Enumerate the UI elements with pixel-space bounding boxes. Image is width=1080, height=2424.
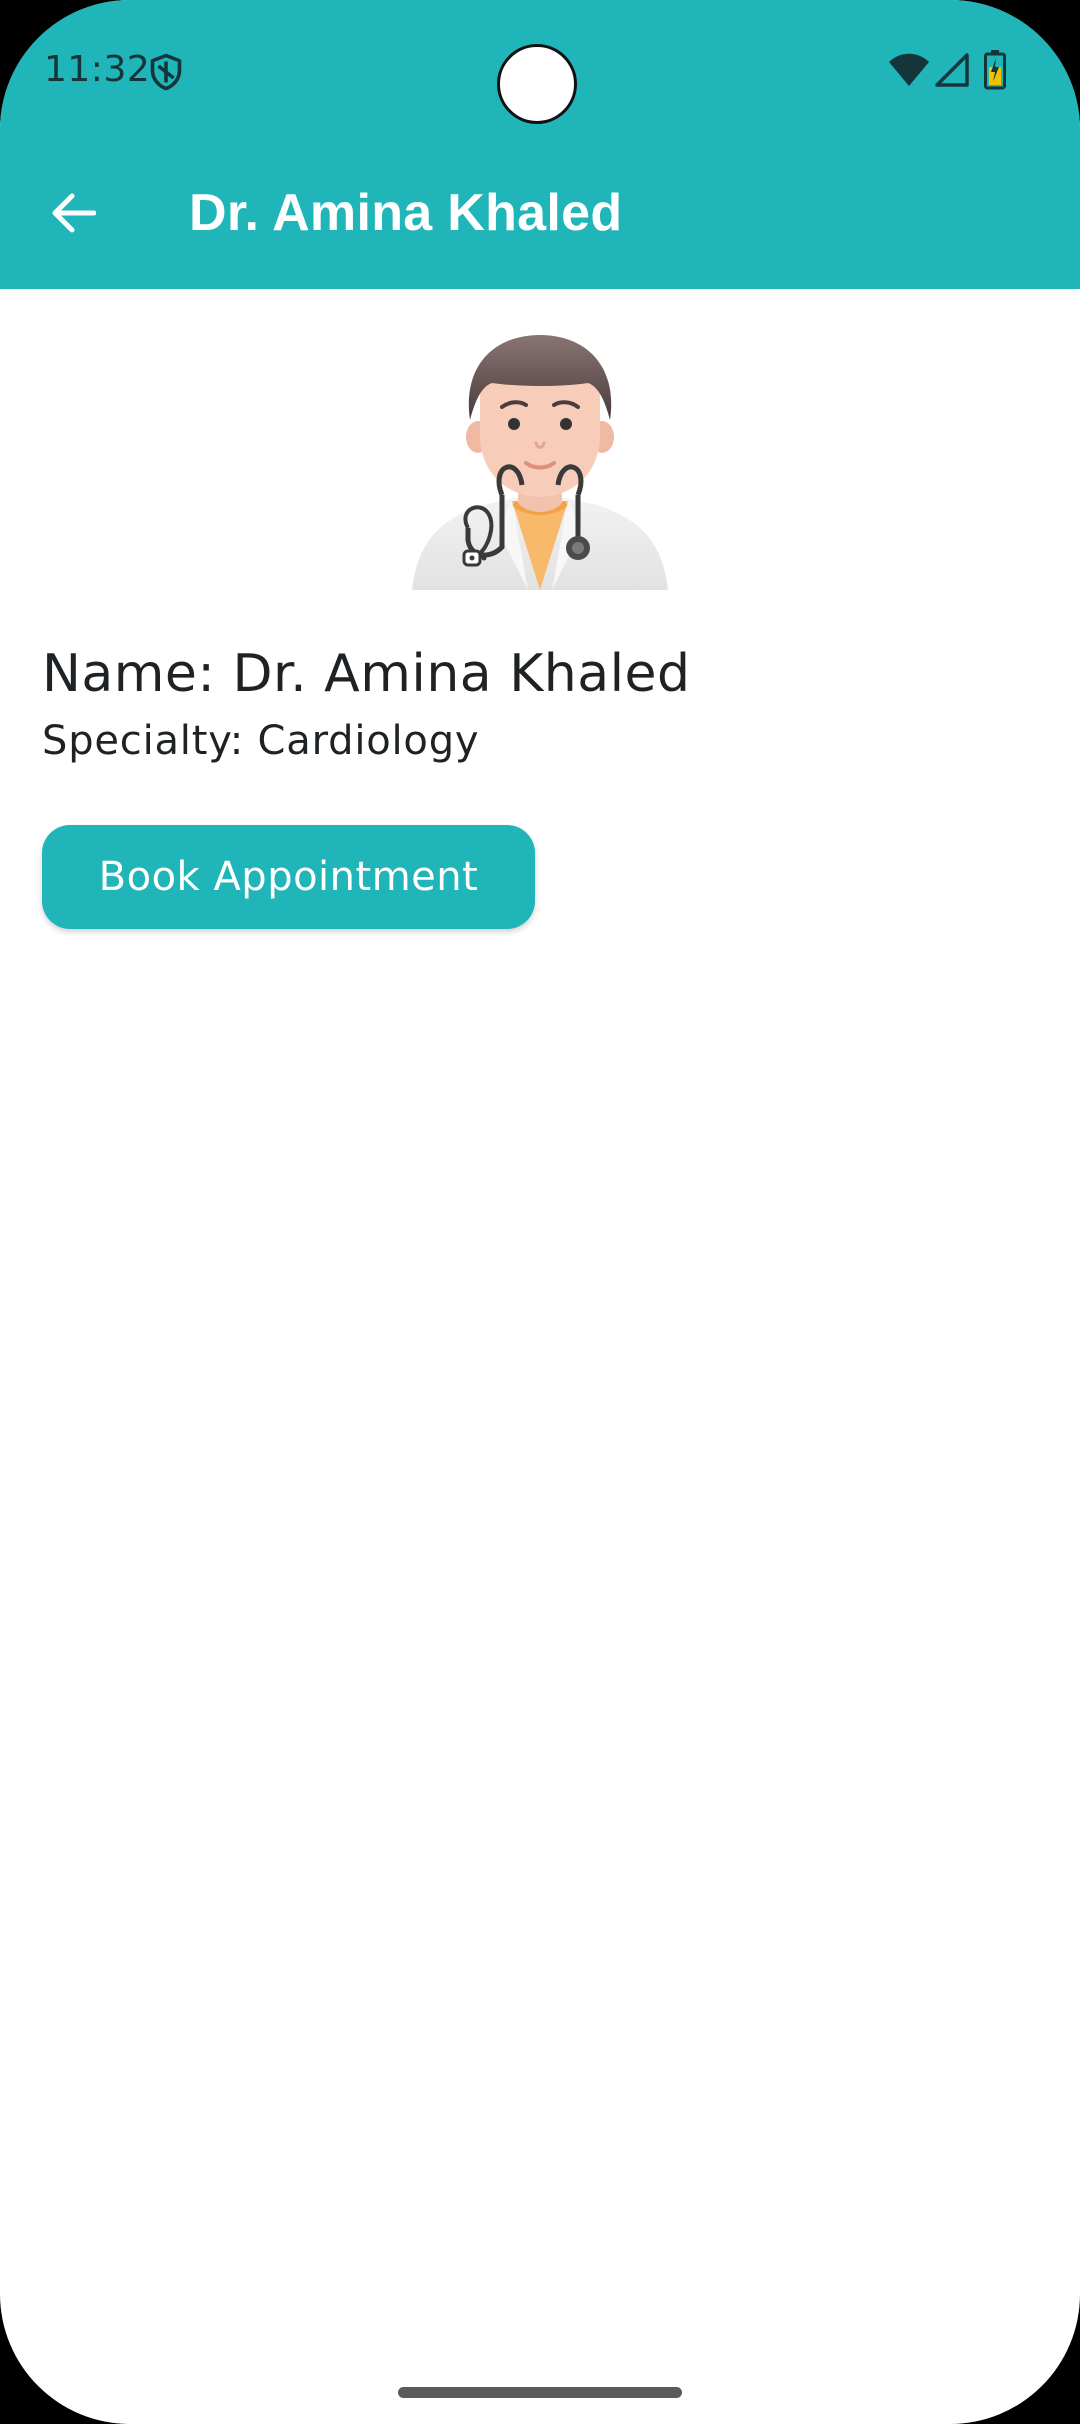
wifi-icon: [889, 53, 929, 86]
status-time: 11:32: [44, 49, 151, 90]
back-button[interactable]: [30, 170, 116, 256]
camera-cutout: [497, 44, 577, 124]
battery-icon: [984, 50, 1006, 90]
doctor-avatar-icon: [412, 335, 668, 590]
doctor-name: Name: Dr. Amina Khaled: [42, 644, 691, 704]
phone-screen: 11:32 Dr. Amina Khaled Name: Dr. Amina K…: [0, 0, 1080, 2424]
signal-icon: [935, 53, 969, 87]
doctor-specialty: Specialty: Cardiology: [42, 718, 480, 764]
book-appointment-button[interactable]: Book Appointment: [42, 825, 535, 929]
page-title: Dr. Amina Khaled: [189, 184, 623, 242]
shield-icon: [150, 53, 182, 91]
arrow-left-icon: [52, 193, 96, 233]
app-bar: 11:32 Dr. Amina Khaled: [0, 0, 1080, 289]
home-indicator[interactable]: [398, 2387, 682, 2398]
